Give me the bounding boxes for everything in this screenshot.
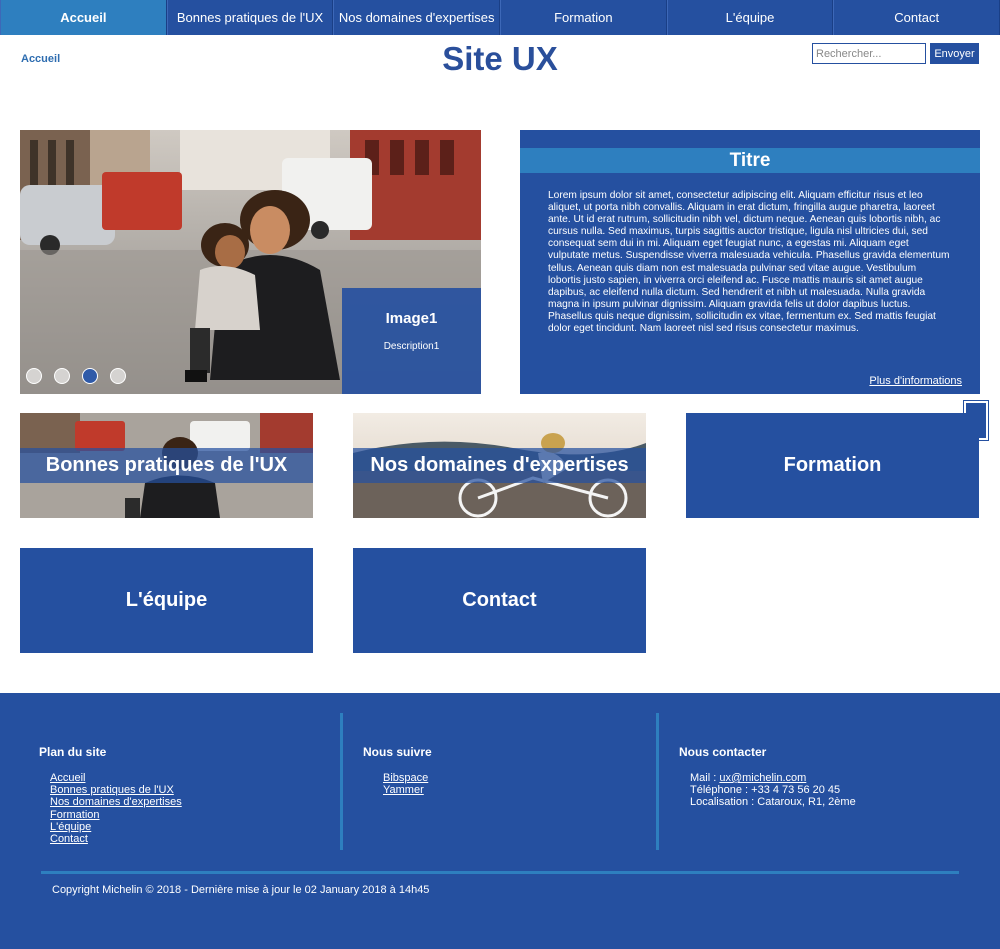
- carousel-dot-2[interactable]: [54, 368, 70, 384]
- list-item: L'équipe: [50, 821, 182, 833]
- tile-equipe[interactable]: L'équipe: [20, 548, 313, 653]
- tile-label: L'équipe: [125, 589, 208, 611]
- carousel-caption: Image1 Description1: [342, 288, 481, 394]
- sitemap-link-formation[interactable]: Formation: [50, 809, 100, 821]
- copyright: Copyright Michelin © 2018 - Dernière mis…: [52, 884, 430, 896]
- footer-divider: [340, 713, 343, 850]
- carousel-dot-4[interactable]: [110, 368, 126, 384]
- tile-label: Nos domaines d'expertises: [370, 454, 629, 476]
- list-item: Bibspace: [383, 772, 428, 784]
- list-item: Contact: [50, 833, 182, 845]
- info-card: Titre Lorem ipsum dolor sit amet, consec…: [520, 130, 980, 394]
- caption-description: Description1: [383, 341, 440, 352]
- nav-item-contact[interactable]: Contact: [833, 0, 1000, 35]
- tile-label: Bonnes pratiques de l'UX: [45, 454, 288, 476]
- tile-label: Contact: [462, 589, 537, 611]
- contact-list: Mail : ux@michelin.com Téléphone : +33 4…: [690, 772, 856, 809]
- carousel-dot-3[interactable]: [82, 368, 98, 384]
- tile-formation[interactable]: Formation: [686, 413, 979, 518]
- sitemap-link-accueil[interactable]: Accueil: [50, 772, 85, 784]
- sitemap-title: Plan du site: [39, 745, 107, 759]
- sitemap-link-domaines[interactable]: Nos domaines d'expertises: [50, 796, 182, 808]
- list-item: Bonnes pratiques de l'UX: [50, 784, 182, 796]
- mail-link[interactable]: ux@michelin.com: [719, 772, 806, 784]
- more-info-link[interactable]: Plus d'informations: [869, 375, 962, 387]
- carousel-indicators: [26, 368, 126, 384]
- info-body: Lorem ipsum dolor sit amet, consectetur …: [548, 190, 950, 335]
- image-carousel[interactable]: Image1 Description1: [20, 130, 481, 394]
- follow-link-yammer[interactable]: Yammer: [383, 784, 424, 796]
- contact-phone: Téléphone : +33 4 73 56 20 45: [690, 784, 841, 797]
- sitemap-link-contact[interactable]: Contact: [50, 833, 88, 845]
- sitemap-list: Accueil Bonnes pratiques de l'UX Nos dom…: [50, 772, 182, 845]
- tile-label: Formation: [783, 454, 882, 476]
- contact-title: Nous contacter: [679, 745, 767, 759]
- contact-mail: Mail : ux@michelin.com: [690, 772, 856, 784]
- info-title: Titre: [520, 148, 980, 173]
- list-item: Formation: [50, 809, 182, 821]
- search-input[interactable]: [812, 43, 926, 64]
- nav-item-formation[interactable]: Formation: [500, 0, 667, 35]
- footer: Plan du site Accueil Bonnes pratiques de…: [0, 693, 1000, 949]
- sitemap-link-equipe[interactable]: L'équipe: [50, 821, 91, 833]
- caption-title: Image1: [385, 310, 438, 327]
- nav-item-bonnes-pratiques[interactable]: Bonnes pratiques de l'UX: [166, 0, 334, 35]
- nav-item-accueil[interactable]: Accueil: [0, 0, 167, 35]
- search-button[interactable]: Envoyer: [930, 43, 979, 64]
- list-item: Nos domaines d'expertises: [50, 796, 182, 808]
- tile-contact[interactable]: Contact: [353, 548, 646, 653]
- top-nav: Accueil Bonnes pratiques de l'UX Nos dom…: [0, 0, 1000, 35]
- follow-list: Bibspace Yammer: [383, 772, 428, 796]
- sitemap-link-bonnes-pratiques[interactable]: Bonnes pratiques de l'UX: [50, 784, 174, 796]
- footer-separator: [41, 871, 959, 874]
- tile-domaines-expertises[interactable]: Nos domaines d'expertises: [353, 413, 646, 518]
- follow-title: Nous suivre: [363, 745, 432, 759]
- list-item: Accueil: [50, 772, 182, 784]
- follow-link-bibspace[interactable]: Bibspace: [383, 772, 428, 784]
- list-item: Yammer: [383, 784, 428, 796]
- nav-item-domaines-expertises[interactable]: Nos domaines d'expertises: [333, 0, 501, 35]
- carousel-dot-1[interactable]: [26, 368, 42, 384]
- mail-label: Mail :: [690, 772, 720, 784]
- nav-item-equipe[interactable]: L'équipe: [666, 0, 834, 35]
- footer-divider: [656, 713, 659, 850]
- tile-bonnes-pratiques[interactable]: Bonnes pratiques de l'UX: [20, 413, 313, 518]
- breadcrumb[interactable]: Accueil: [21, 53, 60, 65]
- contact-location: Localisation : Cataroux, R1, 2ème: [690, 796, 856, 809]
